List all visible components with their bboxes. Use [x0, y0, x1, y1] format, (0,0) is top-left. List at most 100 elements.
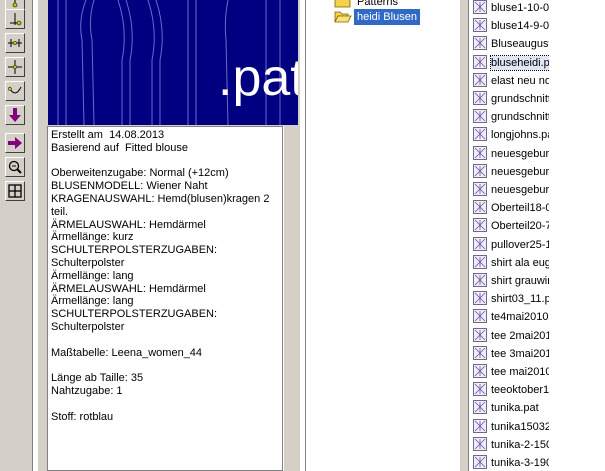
file-name: neuesgeburt	[491, 147, 549, 160]
pattern-file-icon	[473, 327, 487, 342]
pattern-info-text: Erstellt am 14.08.2013 Basierend auf Fit…	[51, 129, 270, 423]
pattern-file-icon	[473, 72, 487, 87]
file-list-item[interactable]: te4mai2010.	[473, 309, 549, 325]
grid-icon	[8, 184, 22, 198]
file-name: neuesgeburt	[491, 184, 549, 196]
pattern-file-icon	[473, 418, 487, 433]
file-list-item[interactable]: shirt ala eug	[473, 254, 549, 271]
file-list-item[interactable]: bluseheidi.pa	[473, 54, 549, 71]
pattern-file-icon	[473, 163, 487, 178]
file-name: te4mai2010.	[491, 311, 549, 324]
pattern-file-icon	[473, 200, 487, 215]
file-list-item[interactable]: Bluseaugust	[473, 36, 549, 52]
file-list: bluse1-10-09 bluse14-9-09 Bluseaugust bluse…	[468, 0, 549, 471]
pattern-file-icon	[473, 273, 487, 287]
pattern-file-icon	[473, 109, 487, 124]
file-list-item[interactable]: tunika-2-150	[473, 436, 549, 453]
pattern-file-icon	[473, 455, 487, 469]
split-line-button[interactable]	[5, 33, 25, 53]
file-name: shirt03_11.p	[491, 293, 549, 306]
file-name: tunika-2-150	[491, 438, 549, 451]
pattern-file-icon	[473, 364, 487, 378]
file-name: tee 3mai201	[491, 347, 549, 360]
folder-tree: Patterns heidi Blusen	[305, 0, 460, 471]
tree-scrollbar[interactable]	[460, 0, 468, 471]
file-name: neuesgeburt	[491, 165, 549, 178]
curve-icon	[8, 86, 22, 94]
grid-button[interactable]	[5, 181, 25, 201]
folder-icon	[334, 0, 351, 8]
pattern-file-icon	[473, 254, 487, 269]
file-name: tunika15032	[491, 420, 549, 433]
pattern-file-icon	[473, 291, 487, 306]
pattern-file-icon	[473, 309, 487, 324]
file-name: pullover25-1	[491, 238, 549, 251]
file-name: grundschnitt	[491, 93, 549, 105]
file-name: tee 2mai201	[491, 329, 549, 342]
file-list-item[interactable]: tunika-3-190	[473, 455, 549, 471]
pattern-file-icon	[473, 400, 487, 415]
zoom-button[interactable]	[5, 157, 25, 177]
add-point-button[interactable]	[5, 57, 25, 77]
file-list-item[interactable]: shirt grauwin	[473, 273, 549, 289]
pattern-info-textbox[interactable]: Erstellt am 14.08.2013 Basierend auf Fit…	[47, 126, 283, 471]
pattern-file-icon	[473, 145, 487, 160]
file-name: tunika.pat	[491, 402, 539, 415]
file-list-item[interactable]: Oberteil18-0	[473, 200, 549, 216]
move-down-button[interactable]	[5, 105, 25, 125]
toolbar-divider	[32, 0, 33, 471]
file-list-item[interactable]: bluse14-9-09	[473, 18, 549, 34]
point-on-line-icon	[10, 13, 22, 26]
file-list-item[interactable]: Oberteil20-7	[473, 218, 549, 234]
info-scrollbar[interactable]	[283, 126, 300, 471]
pattern-file-icon	[473, 436, 487, 451]
open-folder-icon	[334, 11, 352, 23]
file-list-item[interactable]: tee 3mai201	[473, 345, 549, 362]
add-point-icon	[8, 60, 22, 74]
file-name: Oberteil20-7	[491, 220, 549, 233]
file-list-item[interactable]: neuesgeburt	[473, 145, 549, 162]
file-name: Oberteil18-0	[491, 202, 549, 215]
file-list-item[interactable]: grundschnitt	[473, 91, 549, 107]
file-list-item[interactable]: pullover25-1	[473, 236, 549, 253]
pattern-file-icon	[473, 218, 487, 233]
move-right-arrow-icon	[8, 137, 22, 149]
file-list-item[interactable]: neuesgeburt	[473, 182, 549, 198]
file-list-item[interactable]: elast neu no	[473, 72, 549, 89]
file-list-item[interactable]: bluse1-10-09	[473, 0, 549, 16]
file-list-item[interactable]: teeoktober1	[473, 382, 549, 398]
file-name: teeoktober1	[491, 384, 549, 397]
pattern-file-icon	[473, 0, 487, 14]
file-list-item[interactable]: tunika15032	[473, 418, 549, 435]
pattern-file-icon	[473, 236, 487, 251]
file-name: Bluseaugust	[491, 38, 549, 51]
file-name: tee mai2010	[491, 366, 549, 378]
file-list-item[interactable]: shirt03_11.p	[473, 291, 549, 307]
file-name: bluse14-9-09	[491, 20, 549, 33]
file-list-item[interactable]: tunika.pat	[473, 400, 549, 416]
tool-toolbar	[0, 0, 33, 471]
file-name: bluseheidi.pa	[490, 54, 549, 71]
pattern-file-icon	[473, 18, 487, 33]
point-on-line-button[interactable]	[5, 9, 25, 29]
pattern-file-icon	[473, 382, 487, 397]
pattern-preview: .pat	[48, 0, 298, 125]
file-list-item[interactable]: grundschnitt	[473, 109, 549, 125]
file-list-item[interactable]: tee 2mai201	[473, 327, 549, 344]
tree-item-label: heidi Blusen	[354, 9, 420, 25]
file-name: shirt grauwin	[491, 275, 549, 287]
pattern-file-icon	[473, 127, 487, 142]
file-name: elast neu no	[491, 74, 549, 87]
pattern-file-icon	[473, 345, 487, 360]
split-line-icon	[8, 39, 22, 47]
file-list-item[interactable]: longjohns.pa	[473, 127, 549, 143]
zoom-icon	[8, 160, 22, 174]
move-down-arrow-icon	[9, 108, 21, 122]
file-list-item[interactable]: tee mai2010	[473, 364, 549, 380]
empty-area	[549, 0, 605, 471]
file-name: shirt ala eug	[491, 256, 549, 269]
curve-button[interactable]	[5, 81, 25, 101]
move-right-button[interactable]	[5, 133, 25, 153]
file-name: bluse1-10-09	[491, 2, 549, 14]
file-list-item[interactable]: neuesgeburt	[473, 163, 549, 180]
